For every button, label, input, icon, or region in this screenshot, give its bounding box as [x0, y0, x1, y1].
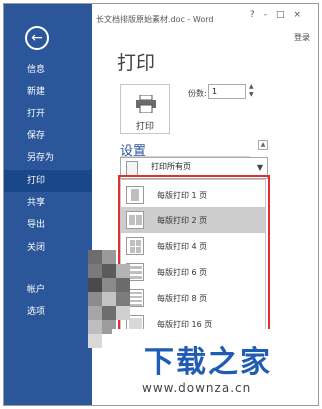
- watermark-title: 下载之家: [144, 345, 272, 380]
- sidebar-item-open[interactable]: 打开: [4, 103, 92, 125]
- help-icon[interactable]: ?: [250, 10, 264, 20]
- window-title: 长文档排版原始素材.doc - Word: [96, 15, 214, 24]
- print-button[interactable]: 打印: [120, 84, 170, 134]
- print-range-value: 打印所有页: [151, 162, 191, 171]
- sidebar-item-export[interactable]: 导出: [4, 214, 92, 236]
- menu-item-label: 每版打印 6 页: [157, 268, 208, 277]
- menu-item-label: 每版打印 2 页: [157, 216, 208, 225]
- login-link[interactable]: 登录: [294, 32, 310, 43]
- two-pages-icon: [126, 211, 144, 229]
- menu-item-8-pages[interactable]: 每版打印 8 页: [121, 285, 265, 311]
- copies-input[interactable]: 1: [208, 84, 246, 99]
- watermark: 下载之家 www.downza.cn: [112, 329, 318, 405]
- scroll-up-icon[interactable]: ▲: [258, 140, 268, 150]
- word-window: ← 信息 新建 打开 保存 另存为 打印 共享 导出 关闭 帐户 选项 长文档排…: [3, 3, 319, 406]
- sidebar-item-save-as[interactable]: 另存为: [4, 147, 92, 169]
- chevron-down-icon[interactable]: ▼: [257, 163, 263, 172]
- copies-stepper[interactable]: ▲ ▼: [249, 83, 257, 99]
- menu-item-label: 每版打印 4 页: [157, 242, 208, 251]
- one-page-icon: [126, 186, 144, 204]
- print-button-label: 打印: [135, 122, 154, 132]
- copies-label: 份数:: [188, 89, 207, 98]
- four-pages-icon: [126, 237, 144, 255]
- sidebar-item-info[interactable]: 信息: [4, 59, 92, 81]
- page-title: 打印: [117, 52, 156, 74]
- close-icon[interactable]: ×: [293, 10, 310, 20]
- chevron-up-icon[interactable]: ▲: [249, 83, 257, 91]
- page-icon: [126, 161, 138, 176]
- chevron-down-icon[interactable]: ▼: [249, 91, 257, 99]
- print-range-select[interactable]: 打印所有页 ▼: [120, 157, 268, 179]
- sidebar-item-new[interactable]: 新建: [4, 81, 92, 103]
- menu-item-1-page[interactable]: 每版打印 1 页: [121, 182, 265, 208]
- maximize-icon[interactable]: □: [276, 10, 294, 20]
- pixelated-region: [4, 250, 130, 360]
- sidebar-item-share[interactable]: 共享: [4, 192, 92, 214]
- menu-item-4-pages[interactable]: 每版打印 4 页: [121, 233, 265, 259]
- sidebar-item-print[interactable]: 打印: [4, 170, 92, 192]
- window-controls: ?-□×: [250, 10, 310, 20]
- back-arrow-icon[interactable]: ←: [25, 26, 49, 50]
- printer-icon: [136, 95, 156, 113]
- minimize-icon[interactable]: -: [264, 10, 276, 20]
- pages-per-sheet-menu: 每版打印 1 页 每版打印 2 页 每版打印 4 页 每版打印 6 页 每版打印…: [120, 179, 266, 334]
- watermark-url: www.downza.cn: [142, 381, 252, 395]
- menu-item-label: 每版打印 8 页: [157, 294, 208, 303]
- menu-item-6-pages[interactable]: 每版打印 6 页: [121, 259, 265, 285]
- sidebar-item-save[interactable]: 保存: [4, 125, 92, 147]
- menu-item-2-pages[interactable]: 每版打印 2 页: [121, 207, 265, 233]
- menu-item-label: 每版打印 1 页: [157, 191, 208, 200]
